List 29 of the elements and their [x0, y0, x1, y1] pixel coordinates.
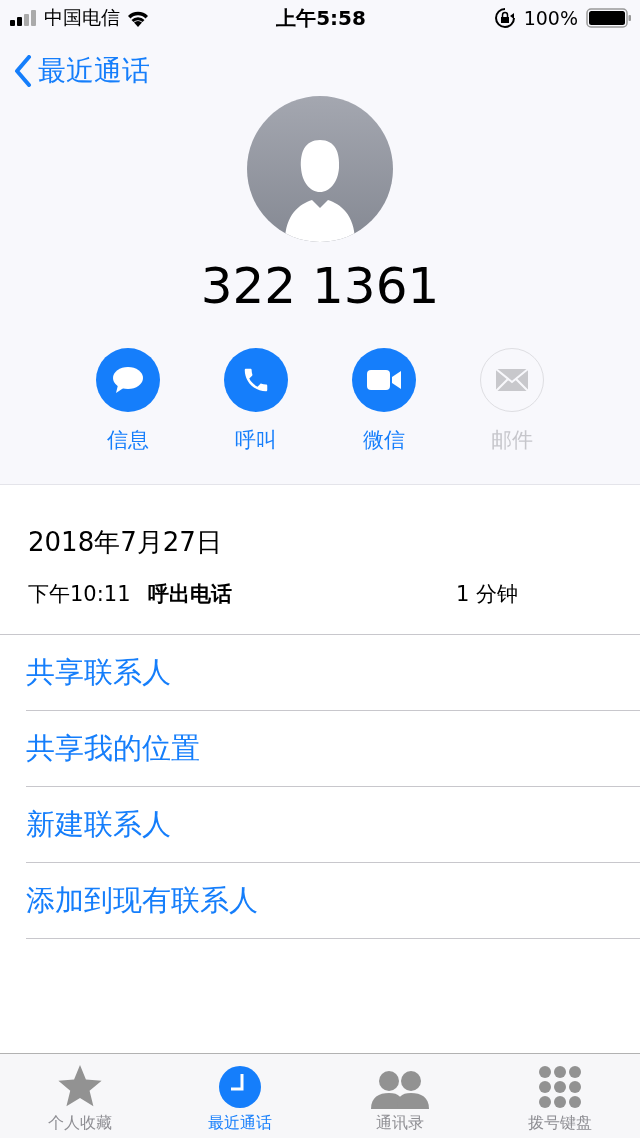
menu-item[interactable]: 共享我的位置: [26, 711, 640, 787]
clock-icon: [218, 1065, 262, 1109]
call-date: 2018年7月27日: [28, 526, 223, 559]
envelope-icon: [495, 368, 529, 392]
chevron-left-icon: [14, 55, 32, 87]
star-icon: [57, 1065, 103, 1109]
clock-time: 上午5:58: [276, 4, 366, 32]
phone-number: 322 1361: [199, 256, 441, 317]
call-type: 呼出电话: [148, 581, 233, 608]
menu-item[interactable]: 新建联系人: [26, 787, 640, 863]
carrier-name: 中国电信: [44, 5, 120, 30]
menu-item[interactable]: 共享联系人: [26, 635, 640, 711]
menu-item[interactable]: 添加到现有联系人: [26, 863, 640, 939]
tab[interactable]: 个人收藏: [0, 1054, 160, 1138]
video-camera-icon: [366, 368, 402, 392]
people-icon: [371, 1069, 429, 1109]
wifi-icon: [126, 9, 150, 27]
signal-icon: [10, 10, 38, 26]
tab[interactable]: 最近通话: [160, 1054, 320, 1138]
battery-icon: [586, 8, 632, 28]
back-button[interactable]: 最近通话: [14, 52, 150, 90]
call-duration: 1 分钟: [456, 581, 519, 608]
battery-percent: 100%: [523, 7, 578, 29]
tab[interactable]: 通讯录: [320, 1054, 480, 1138]
call-time: 下午10:11: [28, 581, 132, 608]
speech-bubble-icon: [112, 366, 144, 394]
tab[interactable]: 拨号键盘: [480, 1054, 640, 1138]
rotation-lock-icon: [493, 7, 516, 29]
keypad-icon: [538, 1065, 582, 1109]
